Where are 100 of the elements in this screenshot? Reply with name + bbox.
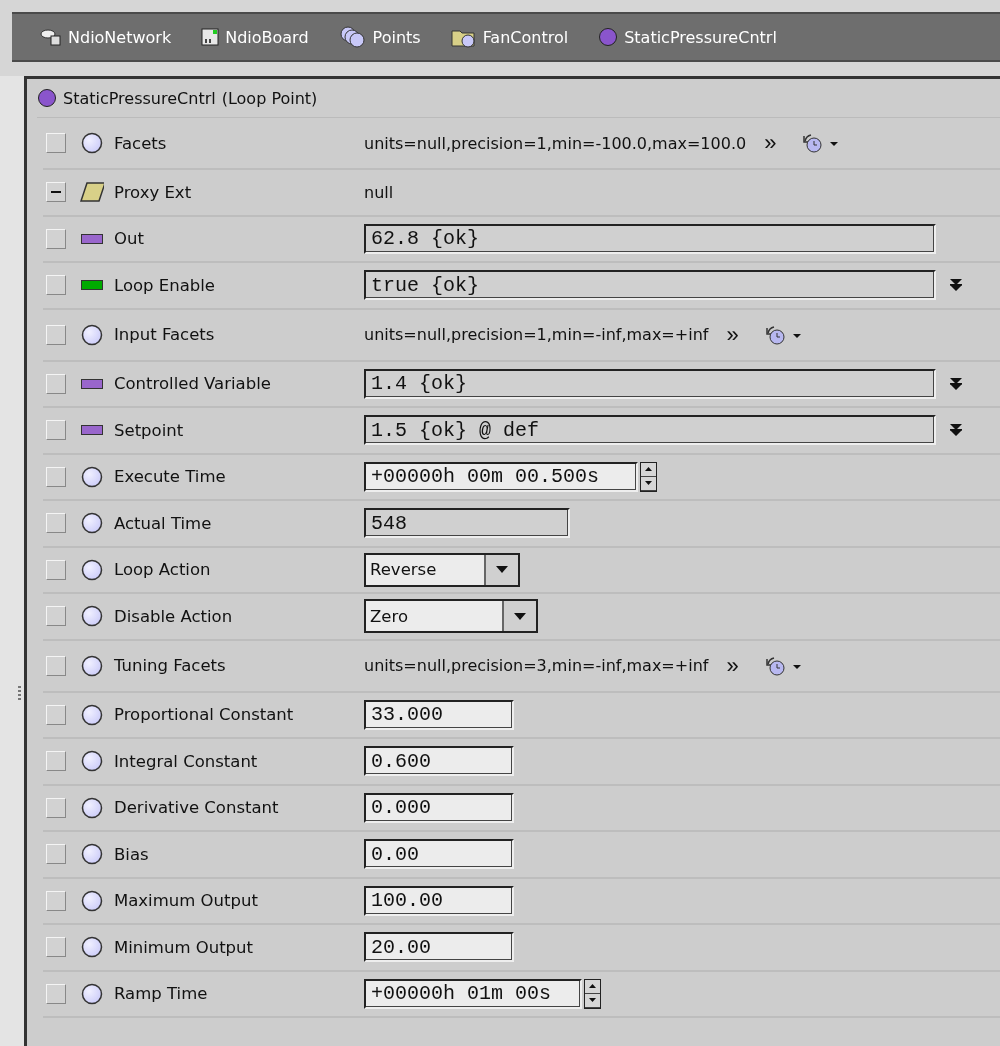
property-label: Maximum Output <box>114 891 259 911</box>
property-label: Setpoint <box>114 420 185 440</box>
component-type: (Loop Point) <box>221 88 318 108</box>
breadcrumb-link[interactable]: FanControl <box>450 26 569 48</box>
row-checkbox[interactable] <box>46 466 66 487</box>
time-field[interactable]: +00000h 00m 00.500s <box>364 461 638 492</box>
up-arrow-icon <box>645 467 652 472</box>
action-menu-button[interactable] <box>950 423 962 438</box>
property-label: Minimum Output <box>114 937 255 957</box>
row-checkbox[interactable] <box>46 133 66 153</box>
status-field: 1.5 {ok} @ def <box>364 415 936 446</box>
row-checkbox[interactable] <box>46 513 66 534</box>
breadcrumb-link[interactable]: NdioBoard <box>201 27 309 47</box>
property-label: Facets <box>114 133 168 153</box>
double-down-arrow-icon <box>950 376 962 391</box>
minus-icon <box>51 191 61 194</box>
point-icon <box>81 323 103 346</box>
spinner-button[interactable] <box>584 978 601 1009</box>
dropdown-arrow-icon <box>514 612 526 620</box>
up-arrow-icon <box>589 984 596 989</box>
number-field[interactable]: 0.00 <box>364 839 514 870</box>
number-field[interactable]: 33.000 <box>364 699 514 730</box>
row-checkbox[interactable] <box>46 751 66 772</box>
down-arrow-icon <box>645 481 652 486</box>
point-icon <box>81 132 103 154</box>
row-checkbox[interactable] <box>46 797 66 818</box>
facets-value: units=null,precision=3,min=-inf,max=+inf <box>364 656 709 675</box>
facets-value: units=null,precision=1,min=-100.0,max=100.0 <box>364 133 747 153</box>
row-checkbox[interactable] <box>46 420 66 441</box>
property-label: Loop Enable <box>114 275 216 295</box>
dropdown-select[interactable]: Zero <box>364 599 538 634</box>
row-checkbox[interactable] <box>46 559 66 580</box>
point-icon <box>81 796 103 819</box>
status-field: true {ok} <box>364 270 936 301</box>
network-icon <box>40 28 62 46</box>
component-title: StaticPressureCntrl <box>63 88 216 108</box>
point-icon <box>81 750 103 773</box>
point-icon <box>81 605 103 628</box>
row-checkbox[interactable] <box>46 983 66 1004</box>
points-icon <box>338 25 367 49</box>
row-checkbox[interactable] <box>46 704 66 725</box>
number-field[interactable]: 100.00 <box>364 885 514 916</box>
readout-field: 548 <box>364 508 570 539</box>
point-icon <box>81 982 103 1005</box>
number-field[interactable]: 0.000 <box>364 792 514 823</box>
row-checkbox[interactable] <box>46 655 66 676</box>
splitter-grip[interactable] <box>18 686 21 700</box>
row-checkbox[interactable] <box>46 228 66 249</box>
property-label: Integral Constant <box>114 751 259 771</box>
row-checkbox[interactable] <box>46 373 66 394</box>
breadcrumb-link[interactable]: NdioNetwork <box>40 27 172 47</box>
row-checkbox[interactable] <box>46 844 66 865</box>
action-menu-button[interactable] <box>950 376 962 391</box>
more-button[interactable]: » <box>764 132 777 154</box>
property-label: Ramp Time <box>114 984 209 1004</box>
time-field[interactable]: +00000h 01m 00s <box>364 978 582 1009</box>
double-down-arrow-icon <box>950 278 962 293</box>
value-text: null <box>364 182 394 202</box>
row-checkbox[interactable] <box>46 275 66 296</box>
more-button[interactable]: » <box>726 323 739 346</box>
facets-value: units=null,precision=1,min=-inf,max=+inf <box>364 325 709 344</box>
more-button[interactable]: » <box>726 654 739 677</box>
point-icon <box>81 703 103 726</box>
property-label: Input Facets <box>114 325 216 344</box>
board-icon <box>201 28 220 46</box>
point-icon <box>37 88 57 108</box>
breadcrumb-link[interactable]: StaticPressureCntrl <box>598 27 777 47</box>
point-icon <box>81 843 103 866</box>
down-arrow-icon <box>589 998 596 1003</box>
row-checkbox[interactable] <box>46 324 66 345</box>
property-label: Bias <box>114 844 150 864</box>
point-icon <box>81 936 103 959</box>
parallelogram-icon <box>80 181 104 204</box>
property-label: Out <box>114 229 145 249</box>
dropdown-select[interactable]: Reverse <box>364 552 520 587</box>
collapse-toggle[interactable] <box>46 182 66 203</box>
row-checkbox[interactable] <box>46 606 66 627</box>
property-label: Loop Action <box>114 560 212 580</box>
property-label: Derivative Constant <box>114 798 280 818</box>
property-label: Controlled Variable <box>114 374 272 394</box>
status-field: 62.8 {ok} <box>364 223 936 254</box>
point-icon <box>598 27 619 47</box>
property-label: Proxy Ext <box>114 182 193 202</box>
number-field[interactable]: 20.00 <box>364 932 514 963</box>
point-icon <box>81 558 103 581</box>
dropdown-arrow-icon <box>496 566 508 574</box>
row-checkbox[interactable] <box>46 937 66 958</box>
property-label: Disable Action <box>114 606 234 626</box>
property-label: Actual Time <box>114 513 213 533</box>
number-field[interactable]: 0.600 <box>364 746 514 777</box>
property-label: Proportional Constant <box>114 705 295 725</box>
point-icon <box>81 465 103 488</box>
point-icon <box>81 889 103 912</box>
spinner-button[interactable] <box>640 461 657 492</box>
row-checkbox[interactable] <box>46 890 66 911</box>
breadcrumb-link[interactable]: Points <box>338 25 421 49</box>
property-label: Execute Time <box>114 467 227 487</box>
action-menu-button[interactable] <box>950 278 962 293</box>
point-icon <box>81 654 103 677</box>
property-label: Tuning Facets <box>114 656 227 675</box>
